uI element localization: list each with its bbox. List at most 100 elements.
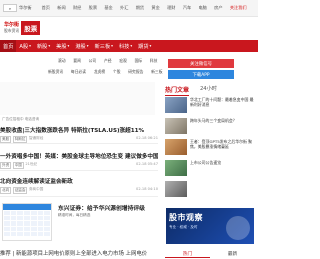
nav-home-label: 首页 — [3, 43, 14, 50]
sub-nav-link[interactable]: 要闻 — [73, 58, 81, 63]
news-time: 02-18 04:10 — [136, 187, 158, 191]
nav-ipo-label: 新股 — [36, 43, 48, 50]
nav-tech[interactable]: 科技 ▾ — [116, 43, 135, 50]
sub-nav-link[interactable]: 国际 — [135, 58, 143, 63]
sub-nav-link[interactable]: 研究报告 — [128, 69, 143, 74]
sub-nav-link[interactable]: 龙虎榜 — [94, 69, 105, 74]
chevron-down-icon: ▾ — [48, 44, 51, 48]
nav-hk-stocks[interactable]: 港股 ▾ — [72, 43, 91, 50]
sidebar-title[interactable]: 热门文章 — [165, 85, 190, 96]
promo-banner-graphic — [226, 216, 250, 240]
news-tag[interactable]: 证监会 — [12, 187, 28, 194]
main-nav: 首页 A股 ▾ 新股 ▾ 美股 ▾ 港股 ▾ 新三板 ▾ 科技 ▾ 期货 ▾ — [0, 40, 258, 52]
top-link-auto[interactable]: 汽车 — [183, 5, 191, 11]
news-tag[interactable]: 中国 — [12, 162, 24, 169]
search-icon[interactable]: ⌕ — [3, 4, 17, 12]
nav-a-shares[interactable]: A股 ▾ — [16, 43, 34, 50]
nav-hk-stocks-label: 港股 — [75, 43, 86, 50]
nav-tech-label: 科技 — [118, 43, 130, 50]
news-source: 智通财经 — [28, 136, 44, 140]
promo-banner-subtitle: 专业 · 权威 · 及时 — [169, 225, 198, 229]
top-link-gold[interactable]: 黄金 — [151, 5, 159, 11]
bottom-headline[interactable]: 推荐 | 新能源项目上网电价原则上全部进入电力市场 上网电价 — [0, 249, 147, 257]
top-bar: ⌕ 华尔街 首页 新闻 财经 股票 基金 外汇 期货 黄金 理财 汽车 电脑 房… — [0, 0, 258, 17]
chevron-down-icon: ▾ — [86, 44, 89, 48]
chevron-down-icon: ▾ — [149, 44, 152, 48]
sidebar-article[interactable]: 王者：登顶GPT5发布之后华尔街 聚焦，美股暴涨情绪蔓延 — [165, 139, 255, 157]
download-app-button[interactable]: 下载APP — [168, 70, 234, 79]
news-meta: 外资 中国 21世纪 02-18 05:47 — [0, 162, 158, 169]
article-thumbnail — [165, 118, 187, 134]
sidebar-article[interactable]: 华北工厂的十问题：最着急变中国 最新利好消息 — [165, 97, 255, 115]
sidebar-title-alt[interactable]: 24小时 — [200, 85, 217, 92]
sub-nav-link[interactable]: 滚动 — [58, 58, 66, 63]
nav-futures[interactable]: 期货 ▾ — [135, 43, 154, 50]
sidebar-article[interactable]: 跨年头马的三个变局机会？ — [165, 118, 255, 136]
top-link-house[interactable]: 房产 — [214, 5, 222, 11]
divider — [0, 196, 158, 197]
top-link-news[interactable]: 新闻 — [57, 5, 65, 11]
nav-futures-label: 期货 — [138, 43, 149, 50]
top-link-follow[interactable]: 关注我们 — [230, 5, 247, 11]
sub-nav-row-1: 滚动 要闻 公司 产经 宏观 国际 科技 — [58, 58, 164, 64]
divider — [0, 143, 158, 144]
nav-ipo[interactable]: 新股 ▾ — [34, 43, 53, 50]
nav-us-stocks[interactable]: 美股 ▾ — [53, 43, 72, 50]
sub-nav-link[interactable]: 宏观 — [119, 58, 127, 63]
article-thumbnail — [165, 139, 187, 155]
tab-latest[interactable]: 最新 — [210, 251, 255, 258]
sidebar-article[interactable] — [165, 181, 255, 199]
tab-hot[interactable]: 热门 — [165, 251, 210, 258]
news-tag[interactable]: 特斯拉 — [12, 136, 28, 143]
sub-nav-link[interactable]: 每日必读 — [71, 69, 86, 74]
news-title[interactable]: 一外资唱多中国！英媒：美股金球主导地位恐生变 建议做多中国 — [0, 152, 158, 160]
news-title[interactable]: 北向资金连续解读证监会新政 — [0, 177, 158, 185]
nav-home[interactable]: 首页 — [0, 40, 17, 52]
promo-banner[interactable]: 股市观察 专业 · 权威 · 及时 — [166, 208, 254, 244]
divider — [0, 170, 158, 171]
sidebar-article-title: 华北工厂的十问题：最着急变中国 最新利好消息 — [190, 97, 254, 108]
sub-nav-link[interactable]: 产经 — [104, 58, 112, 63]
logo-line-2: 股市资讯 — [4, 28, 20, 33]
news-tag[interactable]: 外资 — [0, 162, 12, 169]
news-meta: 北向 证监会 券商中国 02-18 04:10 — [0, 187, 158, 194]
sub-nav-link[interactable]: 公司 — [89, 58, 97, 63]
top-link-home[interactable]: 首页 — [42, 5, 50, 11]
ad-caption: 广告位招租中 电话咨询 — [2, 117, 40, 121]
top-link-futures[interactable]: 期货 — [136, 5, 144, 11]
news-item[interactable]: 美股收盘|三大指数涨跌各异 特斯拉(TSLA.US)涨超11% 美股 特斯拉 智… — [0, 126, 158, 143]
top-link-pc[interactable]: 电脑 — [198, 5, 206, 11]
sub-nav-link[interactable]: 新股资讯 — [48, 69, 63, 74]
sidebar-article-title: 跨年头马的三个变局机会？ — [190, 118, 237, 123]
sub-nav-link[interactable]: 新三板 — [151, 69, 162, 74]
sidebar-article[interactable]: 上市公司公告速览 — [165, 160, 255, 178]
news-title[interactable]: 美股收盘|三大指数涨跌各异 特斯拉(TSLA.US)涨超11% — [0, 126, 158, 134]
follow-wechat-button[interactable]: 关注微信号 — [168, 59, 234, 68]
nav-a-shares-label: A股 — [19, 43, 29, 50]
ad-banner[interactable] — [0, 82, 155, 115]
news-item[interactable]: 一外资唱多中国！英媒：美股金球主导地位恐生变 建议做多中国 外资 中国 21世纪… — [0, 152, 158, 169]
news-source: 21世纪 — [25, 162, 38, 166]
top-link-wealth[interactable]: 理财 — [167, 5, 175, 11]
featured-item-title[interactable]: 东兴证券：给予华兴源创增持评级 — [58, 203, 145, 212]
news-meta: 美股 特斯拉 智通财经 02-18 06:21 — [0, 136, 158, 143]
news-item[interactable]: 北向资金连续解读证监会新政 北向 证监会 券商中国 02-18 04:10 — [0, 177, 158, 194]
top-link-finance[interactable]: 财经 — [73, 5, 81, 11]
chevron-down-icon: ▾ — [29, 44, 31, 48]
chevron-down-icon: ▾ — [130, 44, 133, 48]
sub-nav-link[interactable]: 个股 — [113, 69, 121, 74]
header: 华尔街 股市资讯 股票 — [0, 19, 258, 37]
nav-neeq[interactable]: 新三板 ▾ — [92, 43, 116, 50]
sub-nav-link[interactable]: 科技 — [150, 58, 158, 63]
top-link-fund[interactable]: 基金 — [104, 5, 112, 11]
sidebar-article-title: 上市公司公告速览 — [190, 160, 222, 165]
site-logo[interactable]: 华尔街 股市资讯 股票 — [4, 19, 41, 37]
top-link-stock[interactable]: 股票 — [89, 5, 97, 11]
news-tag[interactable]: 北向 — [0, 187, 12, 194]
calendar-thumbnail[interactable] — [2, 203, 52, 241]
news-tag[interactable]: 美股 — [0, 136, 12, 143]
top-link-forex[interactable]: 外汇 — [120, 5, 128, 11]
location-label[interactable]: 华尔街 — [19, 5, 32, 11]
nav-us-stocks-label: 美股 — [56, 43, 67, 50]
news-source: 券商中国 — [28, 187, 44, 191]
